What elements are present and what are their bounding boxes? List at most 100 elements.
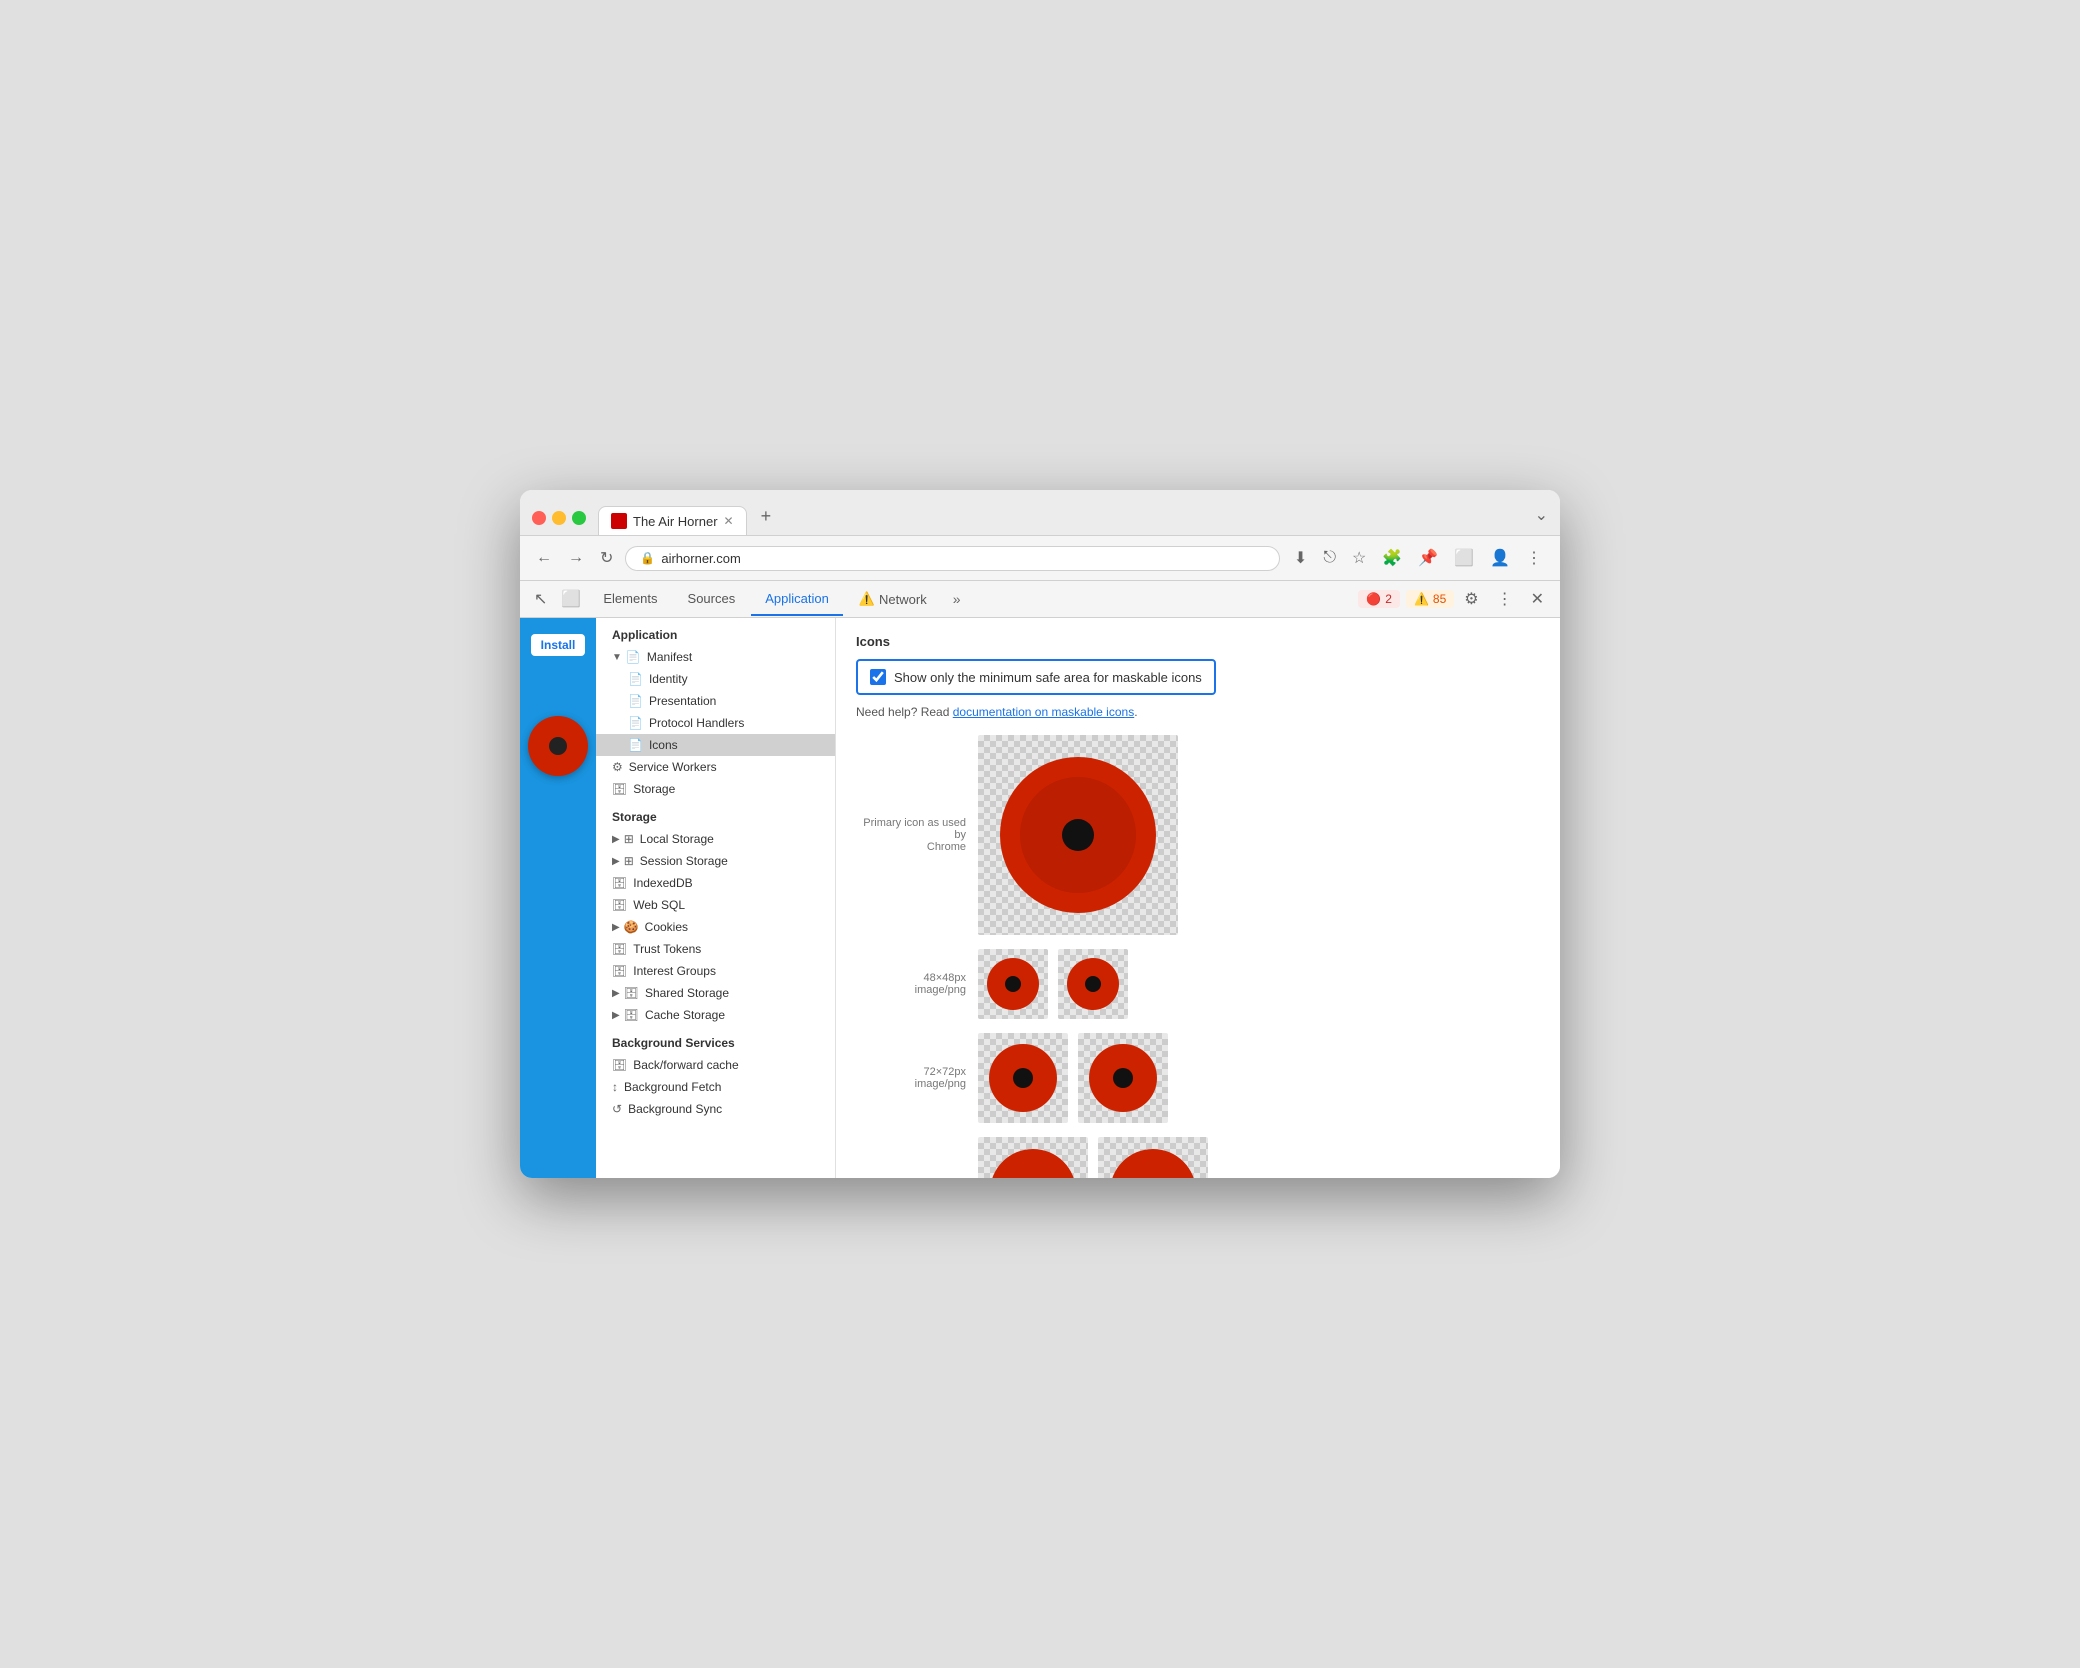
bookmark-icon[interactable]: ☆ [1346, 544, 1372, 572]
devtools-settings-button[interactable]: ⚙ [1456, 583, 1486, 615]
sidebar-item-storage-app[interactable]: 🗄 Storage [596, 778, 835, 800]
cookies-icon: 🍪 [624, 920, 639, 934]
icon-48-size: 48×48px [856, 972, 966, 984]
tab-application[interactable]: Application [751, 583, 843, 616]
sidebar-item-presentation[interactable]: 📄 Presentation [596, 690, 835, 712]
device-icon[interactable]: ⬜ [555, 581, 587, 617]
share-icon[interactable]: ⎋ [1317, 545, 1342, 571]
sidebar-section-storage: Storage [596, 800, 835, 828]
local-storage-expander: ▶ [612, 834, 620, 845]
tab-close-button[interactable]: ✕ [724, 514, 734, 528]
sidebar-item-service-workers[interactable]: ⚙ Service Workers [596, 756, 835, 778]
sidebar-item-background-sync[interactable]: ↺ Background Sync [596, 1098, 835, 1120]
sidebar-item-shared-storage[interactable]: ▶ 🗄 Shared Storage [596, 982, 835, 1004]
forward-button[interactable]: → [564, 545, 588, 571]
error-count: 2 [1385, 592, 1392, 606]
protocol-handlers-file-icon: 📄 [628, 716, 643, 730]
sidebar-item-cookies[interactable]: ▶ 🍪 Cookies [596, 916, 835, 938]
sidebar-item-identity-label: Identity [649, 672, 819, 686]
sidebar-item-back-forward-cache[interactable]: 🗄 Back/forward cache [596, 1054, 835, 1076]
web-sql-icon: 🗄 [612, 898, 627, 912]
shared-storage-icon: 🗄 [624, 986, 639, 1000]
sidebar-item-identity[interactable]: 📄 Identity [596, 668, 835, 690]
maskable-icons-checkbox[interactable] [870, 669, 886, 685]
pin-icon[interactable]: 📌 [1412, 544, 1444, 572]
sidebar-item-interest-groups-label: Interest Groups [633, 964, 819, 978]
tab-elements[interactable]: Elements [589, 583, 671, 616]
maximize-traffic-light[interactable] [572, 511, 586, 525]
interest-groups-icon: 🗄 [612, 964, 627, 978]
address-input[interactable]: 🔒 airhorner.com [625, 546, 1280, 571]
help-text: Need help? Read documentation on maskabl… [856, 705, 1540, 719]
icon-row-96: 96×96px image/png [856, 1137, 1540, 1178]
sidebar-section-background-services: Background Services [596, 1026, 835, 1054]
sidebar-item-cache-storage[interactable]: ▶ 🗄 Cache Storage [596, 1004, 835, 1026]
chrome-label: Chrome [856, 841, 966, 853]
icons-file-icon: 📄 [628, 738, 643, 752]
sidebar-item-indexeddb-label: IndexedDB [633, 876, 819, 890]
identity-file-icon: 📄 [628, 672, 643, 686]
close-traffic-light[interactable] [532, 511, 546, 525]
toolbar-icons: ⬇ ⎋ ☆ 🧩 📌 ⬜ 👤 ⋮ [1288, 544, 1548, 572]
cookies-expander: ▶ [612, 922, 620, 933]
warning-icon: ⚠️ [859, 591, 875, 607]
sidebar-item-protocol-handlers[interactable]: 📄 Protocol Handlers [596, 712, 835, 734]
download-icon[interactable]: ⬇ [1288, 544, 1313, 572]
icon-72-preview-1 [978, 1033, 1068, 1123]
minimize-traffic-light[interactable] [552, 511, 566, 525]
sidebar-item-interest-groups[interactable]: 🗄 Interest Groups [596, 960, 835, 982]
maskable-icons-checkbox-container[interactable]: Show only the minimum safe area for mask… [856, 659, 1216, 695]
tab-chevron-icon[interactable]: ⌄ [1535, 505, 1548, 535]
sidebar-section-application: Application [596, 618, 835, 646]
sidebar-item-icons[interactable]: 📄 Icons [596, 734, 835, 756]
devtools-content: Install Application ▼ 📄 Manifest 📄 Ident… [520, 618, 1560, 1178]
install-button[interactable]: Install [531, 634, 586, 656]
sidebar-item-background-fetch[interactable]: ↕ Background Fetch [596, 1076, 835, 1098]
cursor-icon[interactable]: ↖ [528, 581, 553, 617]
icons-grid: Primary icon as used by Chrome [856, 735, 1540, 1178]
help-prefix: Need help? Read [856, 705, 953, 719]
new-tab-button[interactable]: + [753, 500, 780, 533]
icon-72-type: image/png [856, 1078, 966, 1090]
tab-sources[interactable]: Sources [674, 583, 750, 616]
sidebar-item-background-fetch-label: Background Fetch [624, 1080, 819, 1094]
browser-tab[interactable]: The Air Horner ✕ [598, 506, 747, 535]
warnings-badge[interactable]: ⚠️ 85 [1406, 590, 1454, 608]
tab-network[interactable]: ⚠️ Network [845, 583, 941, 615]
more-tabs-button[interactable]: » [943, 583, 971, 615]
icon-72-label: 72×72px image/png [856, 1066, 966, 1090]
split-icon[interactable]: ⬜ [1448, 544, 1480, 572]
extensions-icon[interactable]: 🧩 [1376, 544, 1408, 572]
icon-48-svg-2 [1066, 957, 1120, 1011]
primary-label-top: Primary icon as used by [856, 817, 966, 841]
icon-row-primary: Primary icon as used by Chrome [856, 735, 1540, 935]
sidebar-item-manifest[interactable]: ▼ 📄 Manifest [596, 646, 835, 668]
errors-badge[interactable]: 🔴 2 [1358, 590, 1400, 608]
icon-72-size: 72×72px [856, 1066, 966, 1078]
browser-left-panel: Install [520, 618, 596, 1178]
manifest-file-icon: 📄 [626, 650, 641, 664]
sidebar-item-storage-app-label: Storage [633, 782, 819, 796]
reload-button[interactable]: ↻ [596, 544, 617, 572]
lock-icon: 🔒 [640, 551, 655, 565]
sidebar-item-session-storage-label: Session Storage [640, 854, 819, 868]
air-horner-app-icon [528, 716, 588, 776]
help-link[interactable]: documentation on maskable icons [953, 705, 1134, 719]
devtools-close-button[interactable]: ✕ [1523, 583, 1552, 615]
icon-96-svg-1 [988, 1147, 1078, 1178]
profile-icon[interactable]: 👤 [1484, 544, 1516, 572]
sidebar-item-web-sql-label: Web SQL [633, 898, 819, 912]
menu-icon[interactable]: ⋮ [1520, 544, 1548, 572]
url-text: airhorner.com [661, 551, 740, 566]
session-storage-expander: ▶ [612, 856, 620, 867]
devtools-more-button[interactable]: ⋮ [1489, 583, 1521, 615]
sidebar-item-local-storage[interactable]: ▶ ⊞ Local Storage [596, 828, 835, 850]
back-button[interactable]: ← [532, 545, 556, 571]
title-bar: The Air Horner ✕ + ⌄ [520, 490, 1560, 536]
sidebar-item-trust-tokens[interactable]: 🗄 Trust Tokens [596, 938, 835, 960]
icon-row-72: 72×72px image/png [856, 1033, 1540, 1123]
sidebar-item-indexeddb[interactable]: 🗄 IndexedDB [596, 872, 835, 894]
sidebar-item-web-sql[interactable]: 🗄 Web SQL [596, 894, 835, 916]
devtools-tabs-bar: ↖ ⬜ Elements Sources Application ⚠️ Netw… [520, 581, 1560, 618]
sidebar-item-session-storage[interactable]: ▶ ⊞ Session Storage [596, 850, 835, 872]
